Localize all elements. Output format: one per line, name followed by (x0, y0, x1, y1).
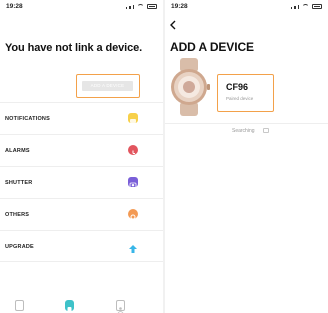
gear-icon (128, 209, 138, 220)
wifi-icon (302, 4, 309, 9)
bottom-tab-bar (0, 295, 163, 313)
add-device-button[interactable]: ADD A DEVICE (76, 74, 140, 98)
profile-tab-icon[interactable] (116, 300, 125, 313)
refresh-icon[interactable] (263, 128, 269, 133)
menu-item-alarms[interactable]: ALARMS (0, 134, 163, 166)
no-device-headline: You have not link a device. (5, 42, 143, 54)
status-icons (290, 4, 322, 9)
smartwatch-image (171, 58, 210, 116)
wifi-icon (137, 4, 144, 9)
device-status: Paired device (226, 96, 254, 101)
alarm-icon (128, 145, 138, 155)
device-tab-icon[interactable] (15, 300, 24, 311)
menu-item-others[interactable]: OTHERS (0, 198, 163, 230)
signal-icon-bar (297, 5, 299, 9)
back-chevron-icon[interactable] (169, 20, 177, 30)
add-device-screen: 19:28 ADD A DEVICE CF96 Paired device Se… (165, 0, 328, 313)
status-time: 19:28 (6, 3, 23, 10)
list-divider (165, 123, 328, 124)
menu-label: ALARMS (5, 148, 30, 154)
menu-label: NOTIFICATIONS (5, 116, 50, 122)
camera-icon (128, 177, 138, 188)
battery-icon (312, 4, 322, 9)
searching-label: Searching (232, 128, 255, 134)
menu-item-shutter[interactable]: SHUTTER (0, 166, 163, 198)
signal-icon-bar (129, 6, 131, 9)
notification-icon (128, 113, 138, 123)
add-device-button-label: ADD A DEVICE (82, 81, 133, 91)
upgrade-icon (128, 241, 138, 253)
status-icons (125, 4, 157, 9)
page-title: ADD A DEVICE (170, 40, 254, 54)
menu-label: UPGRADE (5, 244, 34, 250)
menu-item-upgrade[interactable]: UPGRADE (0, 230, 163, 262)
status-time: 19:28 (171, 3, 188, 10)
signal-icon (125, 7, 127, 9)
menu-item-notifications[interactable]: NOTIFICATIONS (0, 102, 163, 134)
home-screen: 19:28 You have not link a device. ADD A … (0, 0, 163, 313)
menu-label: SHUTTER (5, 180, 33, 186)
battery-icon (147, 4, 157, 9)
device-name: CF96 (226, 82, 249, 92)
menu-label: OTHERS (5, 212, 30, 218)
status-bar: 19:28 (0, 0, 163, 16)
paired-device-card[interactable]: CF96 Paired device (217, 74, 274, 112)
watch-tab-icon[interactable] (65, 300, 74, 312)
signal-icon-bar (132, 5, 134, 9)
signal-icon (290, 7, 292, 9)
status-bar: 19:28 (165, 0, 328, 16)
signal-icon-bar (294, 6, 296, 9)
